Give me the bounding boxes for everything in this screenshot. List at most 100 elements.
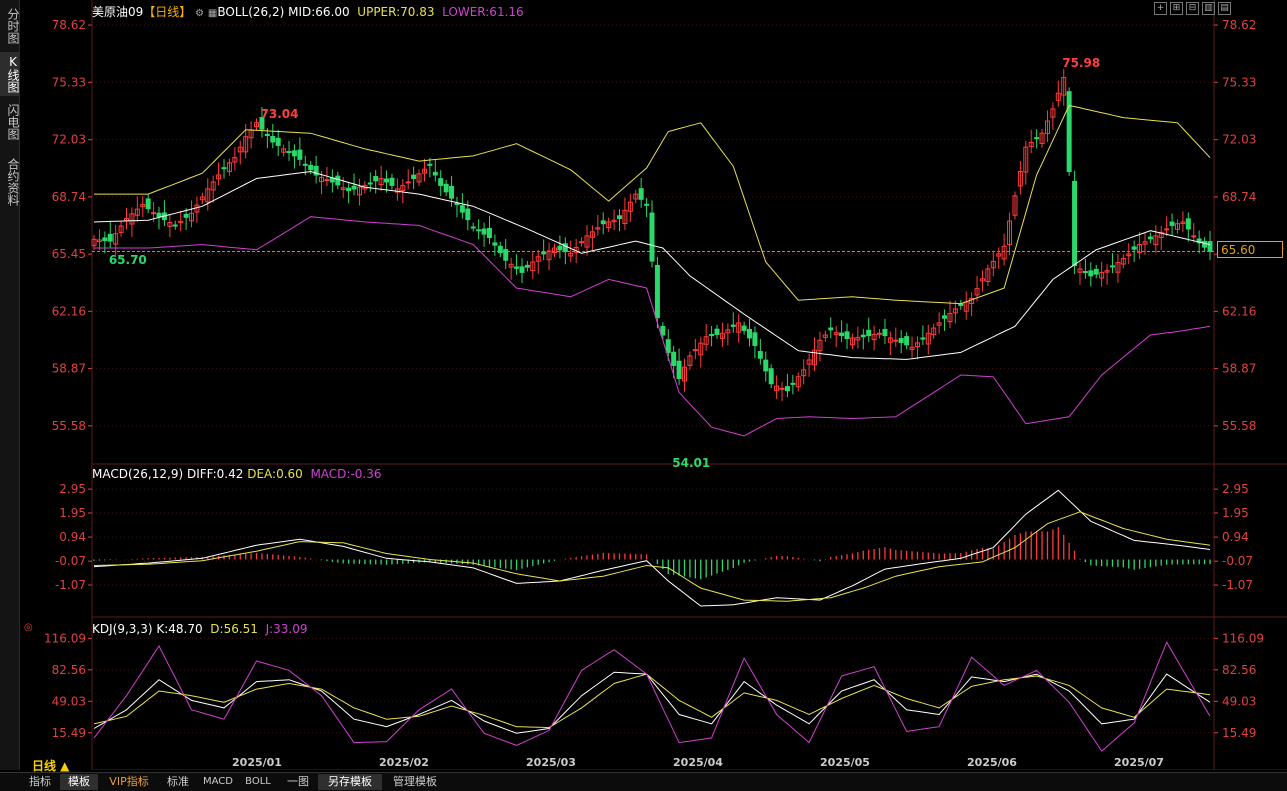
candle-body — [308, 164, 314, 171]
target-icon[interactable]: ◎ — [24, 622, 33, 633]
price-tick-label: 55.58 — [1222, 419, 1256, 433]
candle-body — [270, 136, 276, 143]
candle-body — [497, 245, 503, 254]
candle-body — [411, 174, 417, 179]
candle-body — [264, 133, 270, 137]
price-tick-label: 62.16 — [1222, 304, 1256, 318]
kdj-label: KDJ(9,3,3) — [92, 622, 153, 636]
candle-body — [676, 360, 682, 380]
candle-body — [524, 264, 530, 268]
candle-body — [432, 171, 438, 176]
price-tick-label: 75.33 — [52, 75, 86, 89]
candle-body — [145, 198, 151, 210]
indicator-icon[interactable]: ▦ — [208, 8, 217, 19]
candle-body — [183, 214, 189, 218]
candle-body — [942, 315, 948, 319]
tab-standard[interactable]: 标准 — [160, 774, 196, 790]
macd-label: MACD(26,12,9) — [92, 467, 184, 481]
candle-body — [384, 178, 390, 183]
candle-body — [1164, 228, 1170, 231]
candle-body — [665, 339, 671, 353]
candle-body — [1191, 235, 1197, 238]
nav-tab-flash[interactable]: 闪电图 — [0, 100, 20, 144]
tab-vip-indicator[interactable]: VIP指标 — [100, 774, 158, 790]
candle-body — [351, 185, 357, 190]
gear-icon[interactable]: ⚙ — [195, 8, 204, 19]
tab-one-chart[interactable]: 一图 — [280, 774, 316, 790]
candle-body — [405, 181, 411, 184]
candle-body — [1131, 246, 1137, 250]
symbol-name: 美原油09 — [92, 5, 144, 19]
candle-body — [757, 351, 763, 359]
tab-save-template[interactable]: 另存模板 — [318, 774, 382, 790]
candle-body — [459, 205, 465, 213]
tab-macd[interactable]: MACD — [198, 774, 238, 790]
candle-body — [275, 137, 281, 146]
kdj-tick-label: 15.49 — [52, 726, 86, 740]
extreme-annotation: 54.01 — [672, 456, 710, 470]
candle-body — [1082, 271, 1088, 274]
candle-body — [844, 331, 850, 339]
candle-body — [714, 328, 720, 335]
x-axis-label: 2025/05 — [820, 756, 870, 769]
nav-tab-timeshare[interactable]: 分时图 — [0, 4, 20, 48]
candle-body — [492, 242, 498, 246]
price-tick-label: 72.03 — [1222, 133, 1256, 147]
candle-body — [1093, 268, 1099, 275]
candle-body — [1066, 91, 1072, 173]
price-tick-label: 68.74 — [1222, 190, 1256, 204]
nav-tab-contract-info[interactable]: 合约资料 — [0, 152, 20, 212]
period-tag: 【日线】 — [143, 5, 192, 19]
candle-body — [324, 179, 330, 182]
candle-body — [1185, 218, 1191, 230]
price-tick-label: 68.74 — [52, 190, 86, 204]
candle-body — [438, 178, 444, 186]
crosshair-icon[interactable]: + — [1154, 2, 1167, 15]
expand-icon[interactable]: ▤ — [1218, 2, 1231, 15]
layout-icon[interactable]: ▥ — [1202, 2, 1215, 15]
x-axis-label: 2025/04 — [673, 756, 723, 769]
zoom-out-icon[interactable]: ⊟ — [1186, 2, 1199, 15]
price-tick-label: 75.33 — [1222, 75, 1256, 89]
candle-body — [671, 351, 677, 366]
tab-manage-template[interactable]: 管理模板 — [386, 774, 444, 790]
tab-boll[interactable]: BOLL — [240, 774, 276, 790]
candle-body — [470, 226, 476, 229]
price-tick-label: 78.62 — [52, 18, 86, 32]
extreme-annotation: 75.98 — [1062, 56, 1100, 70]
candle-body — [1207, 241, 1213, 253]
x-axis-label: 2025/03 — [526, 756, 576, 769]
candle-body — [600, 220, 606, 225]
candle-body — [747, 328, 753, 339]
tab-template[interactable]: 模板 — [60, 774, 98, 790]
boll-label: BOLL(26,2) — [217, 5, 285, 19]
price-tick-label: 62.16 — [52, 304, 86, 318]
candle-body — [779, 387, 785, 390]
candle-body — [107, 233, 113, 242]
candle-body — [557, 245, 563, 251]
candle-body — [449, 185, 455, 199]
macd-tick-label: 0.94 — [59, 530, 86, 544]
bottom-toolbar: 指标 模板 VIP指标 标准 MACD BOLL 一图 另存模板 管理模板 — [0, 772, 1287, 791]
candle-body — [904, 336, 910, 346]
macd-dea: DEA:0.60 — [247, 467, 303, 481]
kdj-tick-label: 116.09 — [44, 631, 86, 645]
extreme-annotation: 73.04 — [261, 107, 299, 121]
zoom-in-icon[interactable]: ⊞ — [1170, 2, 1183, 15]
candle-body — [893, 339, 899, 342]
candle-body — [877, 332, 883, 335]
candle-body — [465, 208, 471, 221]
candle-body — [616, 215, 622, 219]
x-axis-label: 2025/06 — [967, 756, 1017, 769]
nav-tab-kline[interactable]: K线图 — [0, 52, 20, 96]
kline-chart[interactable]: 78.62 78.62 75.33 75.33 72.03 72.03 68.74 68.74… — [20, 0, 1287, 770]
tab-indicator[interactable]: 指标 — [22, 774, 58, 790]
left-nav: 分时图 K线图 闪电图 合约资料 — [0, 0, 20, 770]
candle-body — [151, 212, 157, 215]
candle-body — [860, 334, 866, 338]
kdj-header: KDJ(9,3,3) K:48.70 D:56.51 J:33.09 — [92, 622, 308, 636]
candle-body — [898, 337, 904, 344]
candle-body — [839, 332, 845, 337]
candle-body — [660, 325, 666, 336]
kdj-k-line — [93, 671, 1211, 734]
